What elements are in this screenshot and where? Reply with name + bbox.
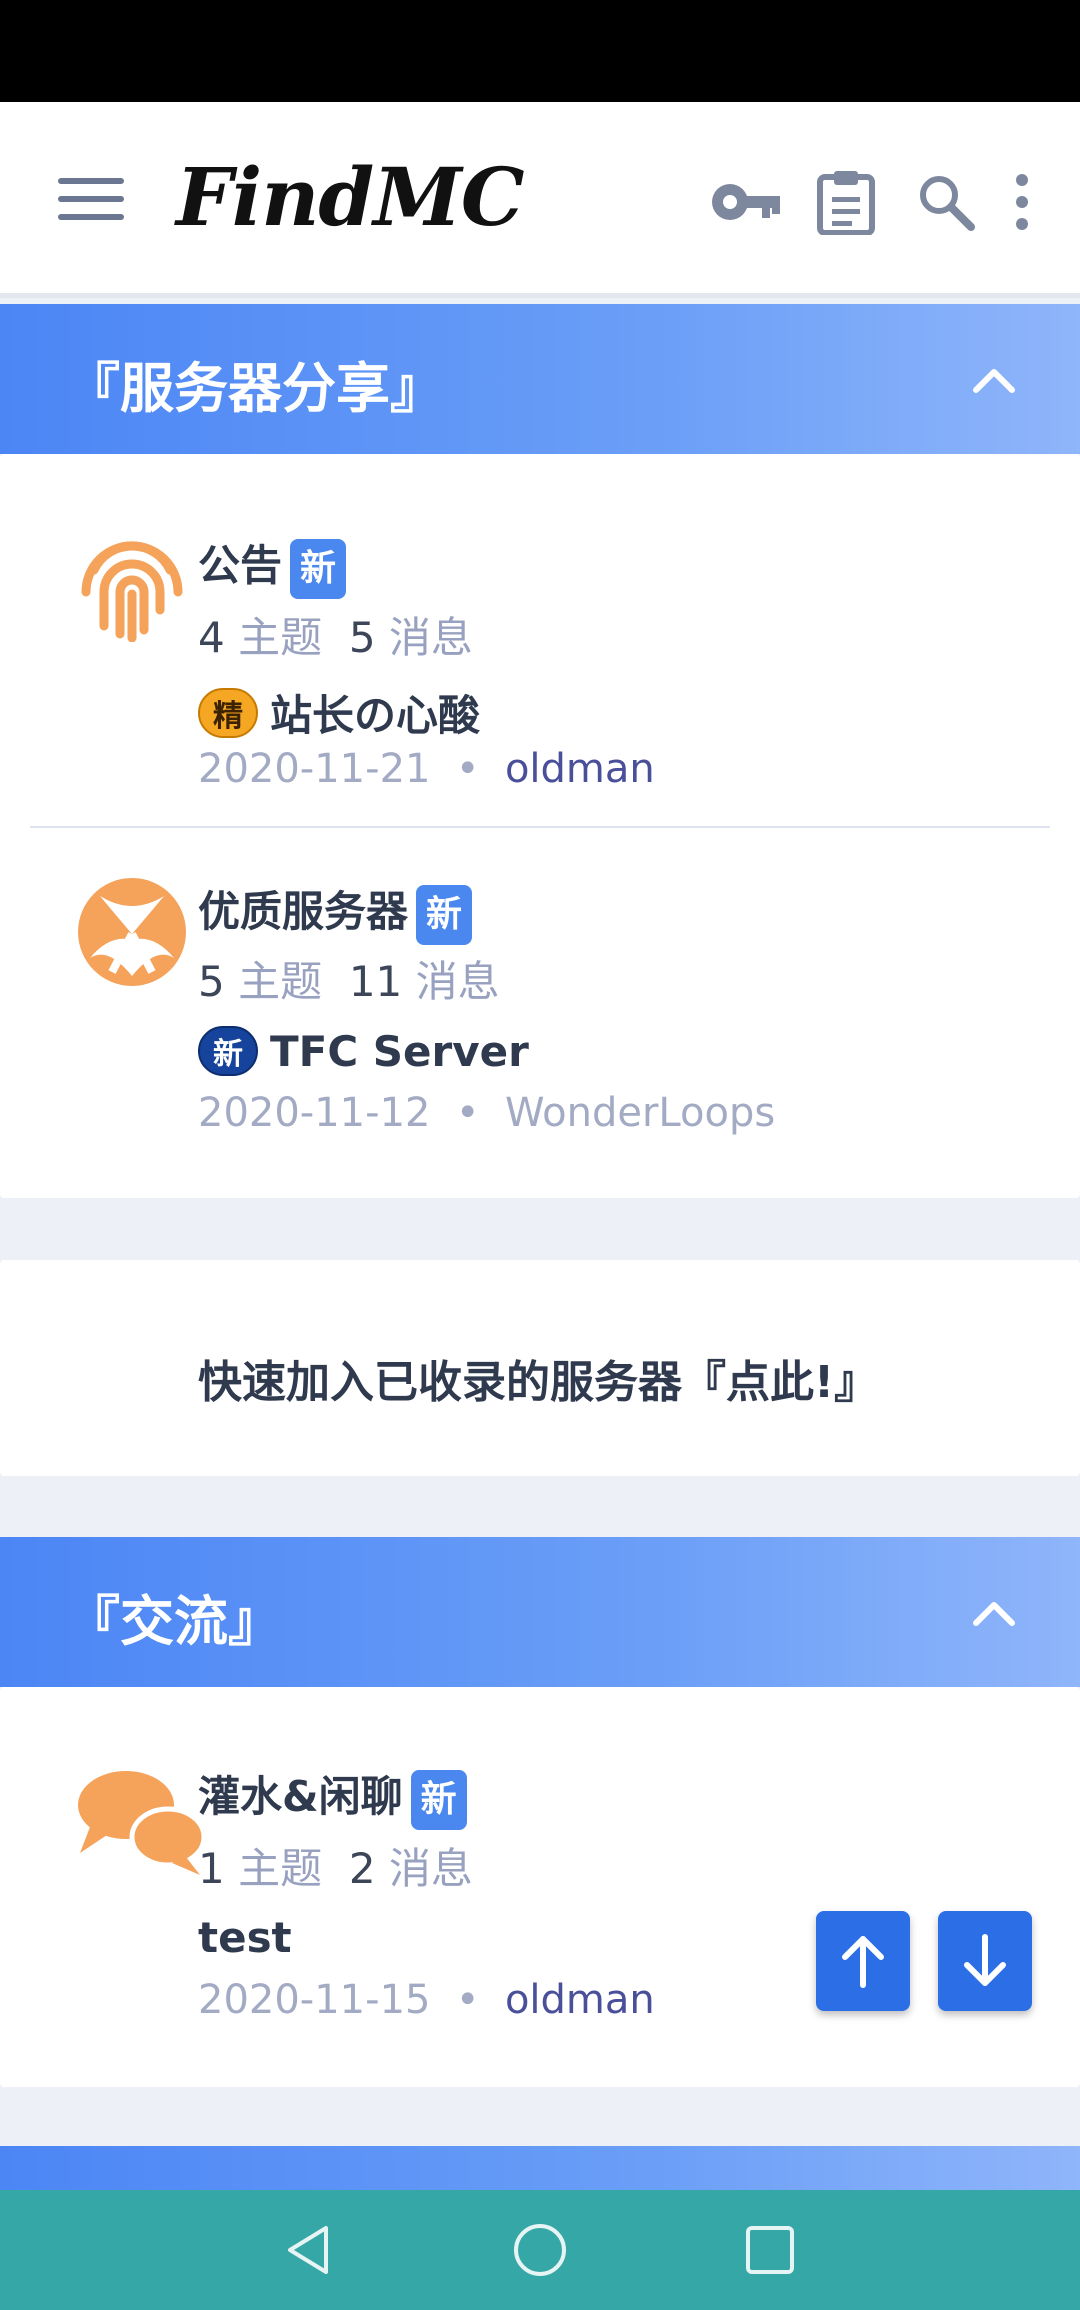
- chevron-up-icon[interactable]: [968, 1587, 1020, 1639]
- key-icon[interactable]: [708, 164, 784, 240]
- forum-item-quality-servers[interactable]: 优质服务器新 5 主题 11 消息 新 TFC Server 2020-11-1…: [0, 826, 1080, 1198]
- thread-label: 主题: [238, 1844, 323, 1893]
- forum-name[interactable]: 公告新: [198, 532, 347, 599]
- forum-item-chat[interactable]: 灌水&闲聊新 1 主题 2 消息 test 2020-11-15 • oldma…: [0, 1687, 1080, 2087]
- latest-thread-title[interactable]: 站长の心酸: [270, 682, 480, 743]
- section-header-chat[interactable]: 『交流』: [0, 1537, 1080, 1687]
- home-icon[interactable]: [510, 2220, 570, 2280]
- meta-separator: •: [455, 746, 480, 792]
- forum-list-card: 灌水&闲聊新 1 主题 2 消息 test 2020-11-15 • oldma…: [0, 1687, 1080, 2087]
- section-header-next: [0, 2146, 1080, 2190]
- forum-name[interactable]: 优质服务器新: [198, 878, 473, 945]
- latest-user-link[interactable]: oldman: [505, 1977, 655, 2023]
- section-title: 『交流』: [66, 1590, 282, 1653]
- more-vert-icon[interactable]: [984, 164, 1060, 240]
- latest-thread-link[interactable]: 新 TFC Server: [198, 1026, 529, 1076]
- prefix-new-badge: 新: [198, 1026, 258, 1076]
- forum-list-card: 公告新 4 主题 5 消息 精 站长の心酸 2020-11-21 • oldma…: [0, 454, 1080, 1198]
- message-label: 消息: [415, 957, 500, 1006]
- forum-name-text[interactable]: 公告: [198, 541, 282, 590]
- recents-icon[interactable]: [740, 2220, 800, 2280]
- latest-thread-title[interactable]: TFC Server: [270, 1027, 529, 1076]
- forum-stats: 1 主题 2 消息: [198, 1835, 473, 1896]
- thread-count: 5: [198, 957, 225, 1006]
- section-title: 『服务器分享』: [66, 357, 444, 420]
- message-label: 消息: [388, 1844, 473, 1893]
- latest-date: 2020-11-15: [198, 1977, 431, 2023]
- section-header-server-share[interactable]: 『服务器分享』: [0, 304, 1080, 454]
- meta-separator: •: [455, 1090, 480, 1136]
- quick-join-card[interactable]: 快速加入已收录的服务器『点此!』: [0, 1260, 1080, 1476]
- latest-thread-link[interactable]: test: [198, 1913, 292, 1962]
- latest-thread-meta: 2020-11-21 • oldman: [198, 746, 655, 792]
- latest-user-link[interactable]: WonderLoops: [505, 1090, 775, 1136]
- latest-date: 2020-11-21: [198, 746, 431, 792]
- quick-join-link[interactable]: 快速加入已收录的服务器『点此!』: [198, 1346, 878, 1410]
- chat-bubbles-icon: [78, 1771, 206, 1875]
- forum-stats: 5 主题 11 消息: [198, 948, 500, 1009]
- latest-date: 2020-11-12: [198, 1090, 431, 1136]
- menu-icon[interactable]: [58, 178, 124, 222]
- new-badge: 新: [410, 1769, 467, 1830]
- status-bar: [0, 0, 1080, 102]
- app-logo[interactable]: FindMC: [176, 150, 525, 244]
- thread-label: 主题: [238, 957, 323, 1006]
- message-count: 5: [348, 613, 376, 662]
- forum-name-text[interactable]: 灌水&闲聊: [198, 1772, 403, 1821]
- latest-thread-meta: 2020-11-12 • WonderLoops: [198, 1090, 775, 1136]
- arrow-up-icon: [842, 1936, 884, 1988]
- thread-label: 主题: [238, 613, 323, 662]
- arrow-down-icon: [964, 1934, 1006, 1986]
- back-icon[interactable]: [280, 2220, 340, 2280]
- clipboard-icon[interactable]: [808, 164, 884, 240]
- thread-count: 4: [198, 613, 225, 662]
- fingerprint-icon: [81, 541, 183, 642]
- latest-thread-meta: 2020-11-15 • oldman: [198, 1977, 655, 2023]
- message-label: 消息: [388, 613, 473, 662]
- meta-separator: •: [455, 1977, 480, 2023]
- latest-thread-title[interactable]: test: [198, 1913, 292, 1962]
- new-badge: 新: [290, 538, 347, 599]
- latest-thread-link[interactable]: 精 站长の心酸: [198, 682, 480, 743]
- latest-user-link[interactable]: oldman: [505, 746, 655, 792]
- scroll-top-button[interactable]: [816, 1911, 910, 2011]
- forum-name-text[interactable]: 优质服务器: [198, 887, 408, 936]
- prefix-featured-badge: 精: [198, 687, 258, 738]
- message-count: 2: [348, 1844, 376, 1893]
- chevron-up-icon[interactable]: [968, 354, 1020, 406]
- new-badge: 新: [416, 884, 473, 945]
- forum-name[interactable]: 灌水&闲聊新: [198, 1763, 467, 1830]
- message-count: 11: [348, 957, 403, 1006]
- search-icon[interactable]: [908, 164, 984, 240]
- thread-count: 1: [198, 1844, 225, 1893]
- scroll-bottom-button[interactable]: [938, 1911, 1032, 2011]
- forum-item-announcements[interactable]: 公告新 4 主题 5 消息 精 站长の心酸 2020-11-21 • oldma…: [0, 454, 1080, 826]
- xbox-icon: [78, 878, 186, 986]
- app-bar: FindMC: [0, 102, 1080, 298]
- forum-stats: 4 主题 5 消息: [198, 604, 473, 665]
- system-nav-bar: [0, 2190, 1080, 2310]
